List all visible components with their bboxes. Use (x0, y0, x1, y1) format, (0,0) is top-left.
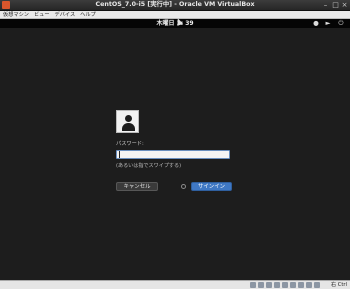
close-button[interactable]: × (340, 0, 349, 10)
maximize-button[interactable]: □ (331, 0, 340, 10)
accessibility-icon[interactable]: ● (312, 19, 320, 28)
cpu-icon[interactable] (306, 282, 312, 288)
window-titlebar: CentOS_7.0-i5 [実行中] - Oracle VM VirtualB… (0, 0, 350, 11)
spinner-icon (181, 184, 186, 189)
cancel-button[interactable]: キャンセル (116, 182, 158, 191)
status-icons (250, 282, 320, 288)
user-avatar (116, 110, 139, 133)
harddisk-icon[interactable] (250, 282, 256, 288)
usb-icon[interactable] (266, 282, 272, 288)
password-input[interactable] (116, 150, 230, 159)
menu-item-devices[interactable]: デバイス (55, 11, 76, 19)
user-body-icon (122, 123, 135, 131)
volume-icon[interactable]: ► (324, 19, 332, 28)
signin-button[interactable]: サインイン (191, 182, 232, 191)
text-caret (119, 151, 120, 158)
swipe-hint: (あるいは指でスワイプする) (116, 163, 182, 169)
shared-folder-icon[interactable] (274, 282, 280, 288)
menu-item-machine[interactable]: 仮想マシン (3, 11, 29, 19)
network-icon[interactable] (290, 282, 296, 288)
password-label: パスワード: (116, 141, 144, 147)
display-icon[interactable] (282, 282, 288, 288)
menu-item-view[interactable]: ビュー (34, 11, 50, 19)
host-key-label: 右 Ctrl (330, 282, 347, 288)
mouse-integration-icon[interactable] (314, 282, 320, 288)
statusbar: 右 Ctrl (0, 280, 350, 289)
menu-item-help[interactable]: ヘルプ (80, 11, 96, 19)
window-title: CentOS_7.0-i5 [実行中] - Oracle VM VirtualB… (95, 1, 255, 8)
menubar: 仮想マシン ビュー デバイス ヘルプ (0, 11, 350, 19)
optical-drive-icon[interactable] (258, 282, 264, 288)
minimize-button[interactable]: – (321, 0, 330, 10)
user-head-icon (125, 115, 132, 122)
power-icon[interactable]: ⏻ (337, 19, 345, 28)
recording-icon[interactable] (298, 282, 304, 288)
